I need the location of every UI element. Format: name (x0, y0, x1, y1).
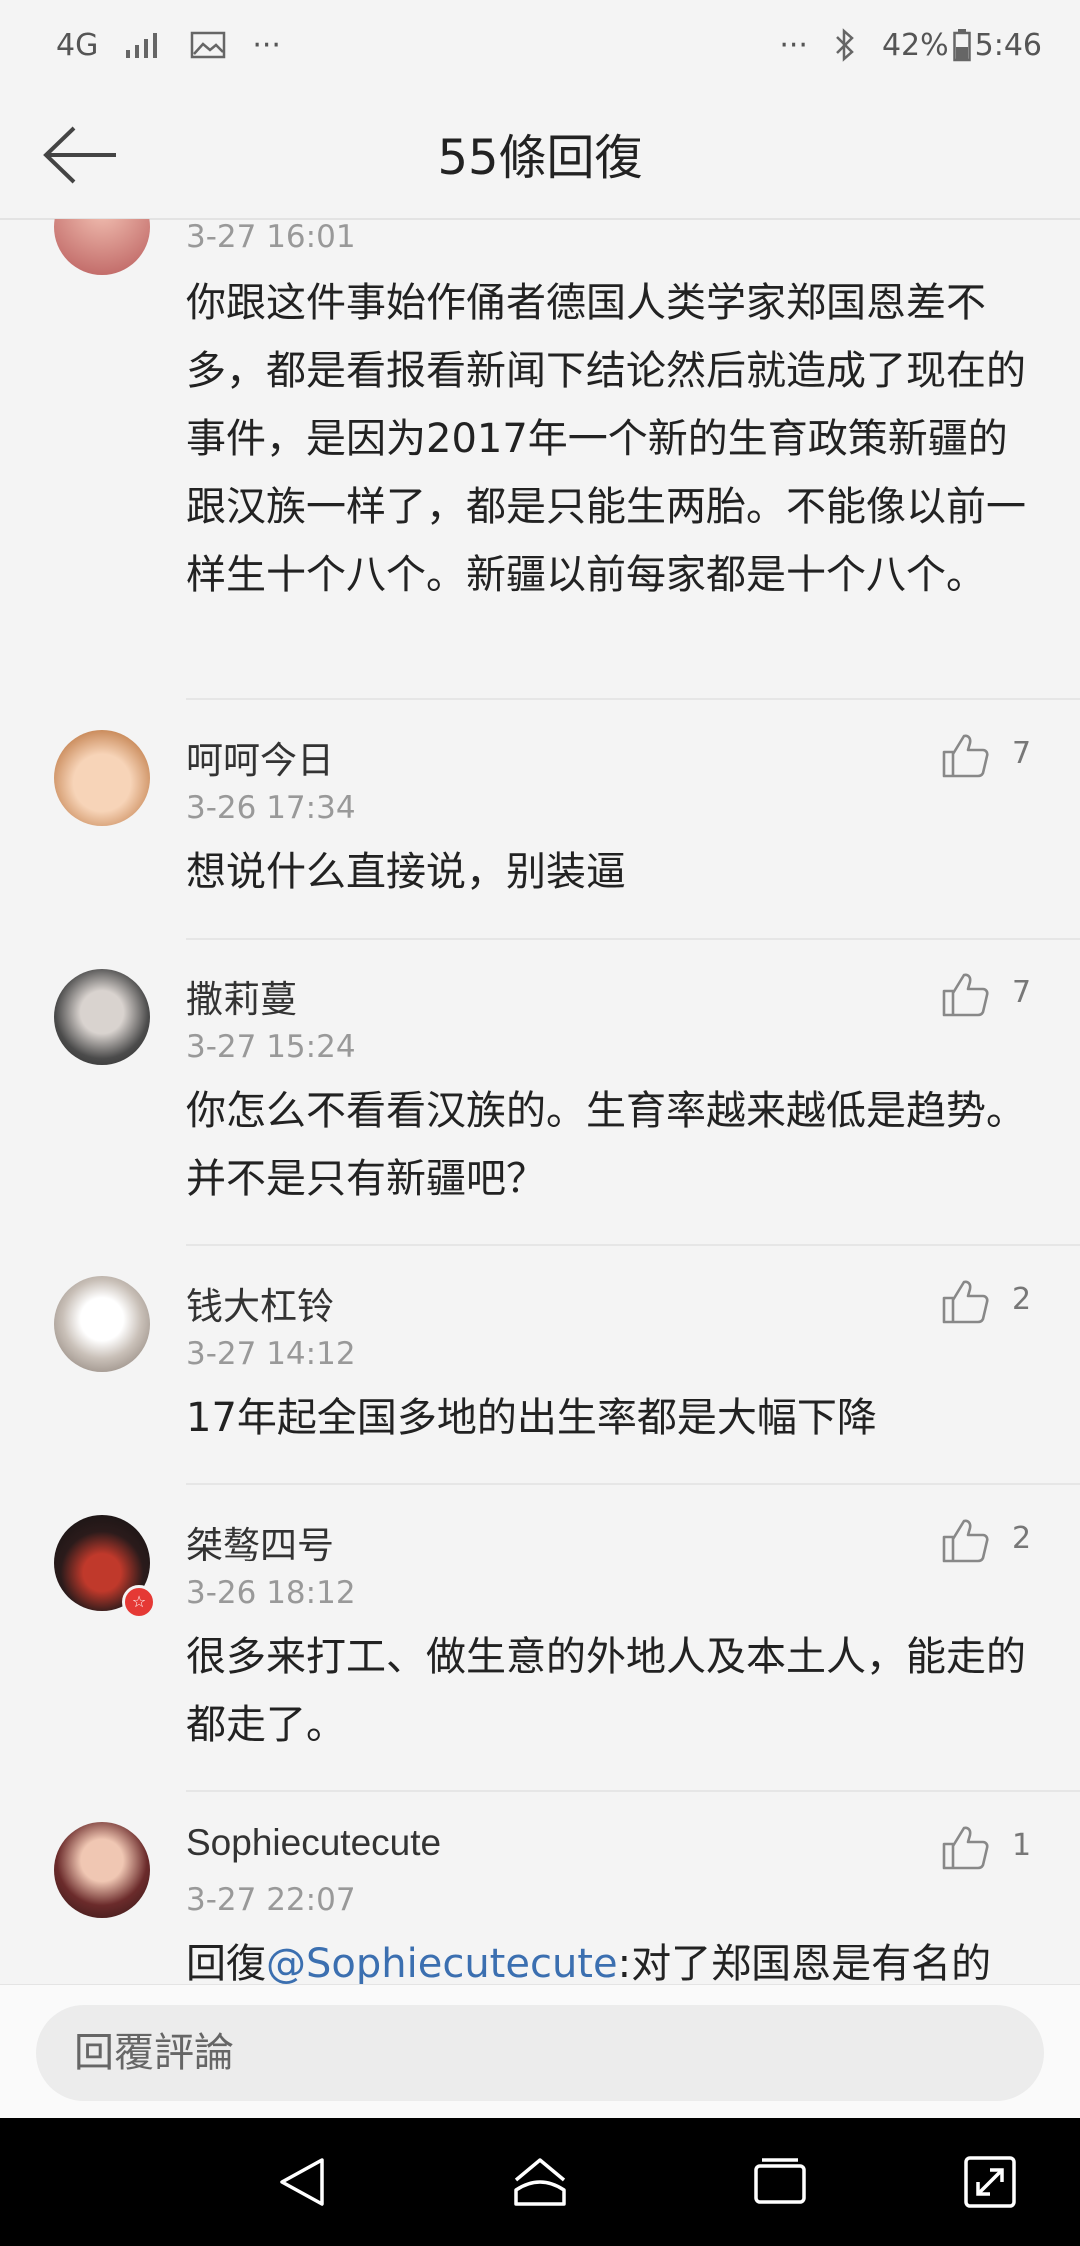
page-title: 55條回復 (437, 130, 643, 186)
comment-text: 你怎么不看看汉族的。生育率越来越低是趋势。并不是只有新疆吧？ (186, 1088, 1026, 1202)
thumbs-up-icon[interactable] (940, 730, 990, 780)
nav-recents-icon[interactable] (750, 2152, 810, 2212)
thumbs-up-icon[interactable] (940, 1515, 990, 1565)
comment-text: 想说什么直接说，别装逼 (186, 849, 626, 895)
comment-time: 3-27 15:24 (186, 1029, 356, 1065)
avatar[interactable] (54, 1822, 150, 1918)
network-type: 4G (56, 27, 99, 63)
comment-time: 3-27 16:01 (186, 219, 356, 255)
avatar[interactable] (54, 730, 150, 826)
thumbs-up-icon[interactable] (940, 1822, 990, 1872)
divider (186, 1790, 1080, 1792)
comment-time: 3-26 17:34 (186, 790, 356, 826)
nav-home-icon[interactable] (510, 2152, 570, 2212)
signal-icon (126, 33, 158, 58)
user-name[interactable]: 撒莉蔓 (186, 969, 297, 1023)
battery-icon (952, 29, 971, 62)
comment-time: 3-27 14:12 (186, 1336, 356, 1372)
user-name[interactable]: Sophiecutecute (186, 1822, 441, 1864)
like-count: 2 (1012, 1521, 1032, 1556)
like-count: 2 (1012, 1282, 1032, 1317)
like-count: 1 (1012, 1828, 1032, 1863)
like-count: 7 (1012, 975, 1032, 1010)
user-name[interactable]: 呵呵今日 (186, 730, 334, 784)
user-name[interactable]: 桀骜四号 (186, 1515, 334, 1569)
thumbs-up-icon[interactable] (940, 969, 990, 1019)
system-nav-bar (0, 2118, 1080, 2246)
divider (186, 1483, 1080, 1485)
divider (186, 938, 1080, 940)
like-count: 7 (1012, 736, 1032, 771)
mention-link[interactable]: @Sophiecutecute (266, 1941, 618, 1984)
divider (186, 1244, 1080, 1246)
comment-text: 17年起全国多地的出生率都是大幅下降 (186, 1395, 877, 1441)
avatar[interactable] (54, 219, 150, 275)
reply-list: 3-27 16:01 你跟这件事始作俑者德国人类学家郑国恩差不多，都是看报看新闻… (0, 219, 1080, 1984)
reply-comment-input[interactable] (36, 2005, 1044, 2101)
battery-percent: 42% (881, 27, 949, 63)
bluetooth-icon (836, 28, 854, 62)
image-notification-icon (191, 31, 226, 59)
user-name[interactable]: 钱大杠铃 (186, 1276, 334, 1330)
more-notifications-icon: ··· (252, 27, 281, 63)
comment-time: 3-26 18:12 (186, 1575, 356, 1611)
reply-bar (0, 1984, 1080, 2119)
nav-expand-icon[interactable] (960, 2152, 1020, 2212)
status-bar: 4G ··· ··· 42% 5:46 (0, 0, 1080, 90)
comment-text: 很多来打工、做生意的外地人及本土人，能走的都走了。 (186, 1634, 1026, 1748)
clock: 5:46 (974, 27, 1042, 63)
nav-back-icon[interactable] (272, 2152, 332, 2212)
comment-text: 你跟这件事始作俑者德国人类学家郑国恩差不多，都是看报看新闻下结论然后就造成了现在… (186, 280, 1026, 598)
comment-text: 回復@Sophiecutecute:对了郑国恩是有名的 (186, 1930, 1036, 1984)
verified-badge-icon: ☆ (122, 1585, 156, 1619)
comment-text-rest: :对了郑国恩是有名的 (617, 1941, 992, 1984)
avatar[interactable] (54, 969, 150, 1065)
thumbs-up-icon[interactable] (940, 1276, 990, 1326)
divider (186, 698, 1080, 700)
top-app-bar: 55條回復 (0, 90, 1080, 220)
reply-prefix: 回復 (186, 1941, 266, 1984)
avatar[interactable] (54, 1276, 150, 1372)
comment-time: 3-27 22:07 (186, 1882, 356, 1918)
overflow-icon: ··· (779, 27, 808, 63)
